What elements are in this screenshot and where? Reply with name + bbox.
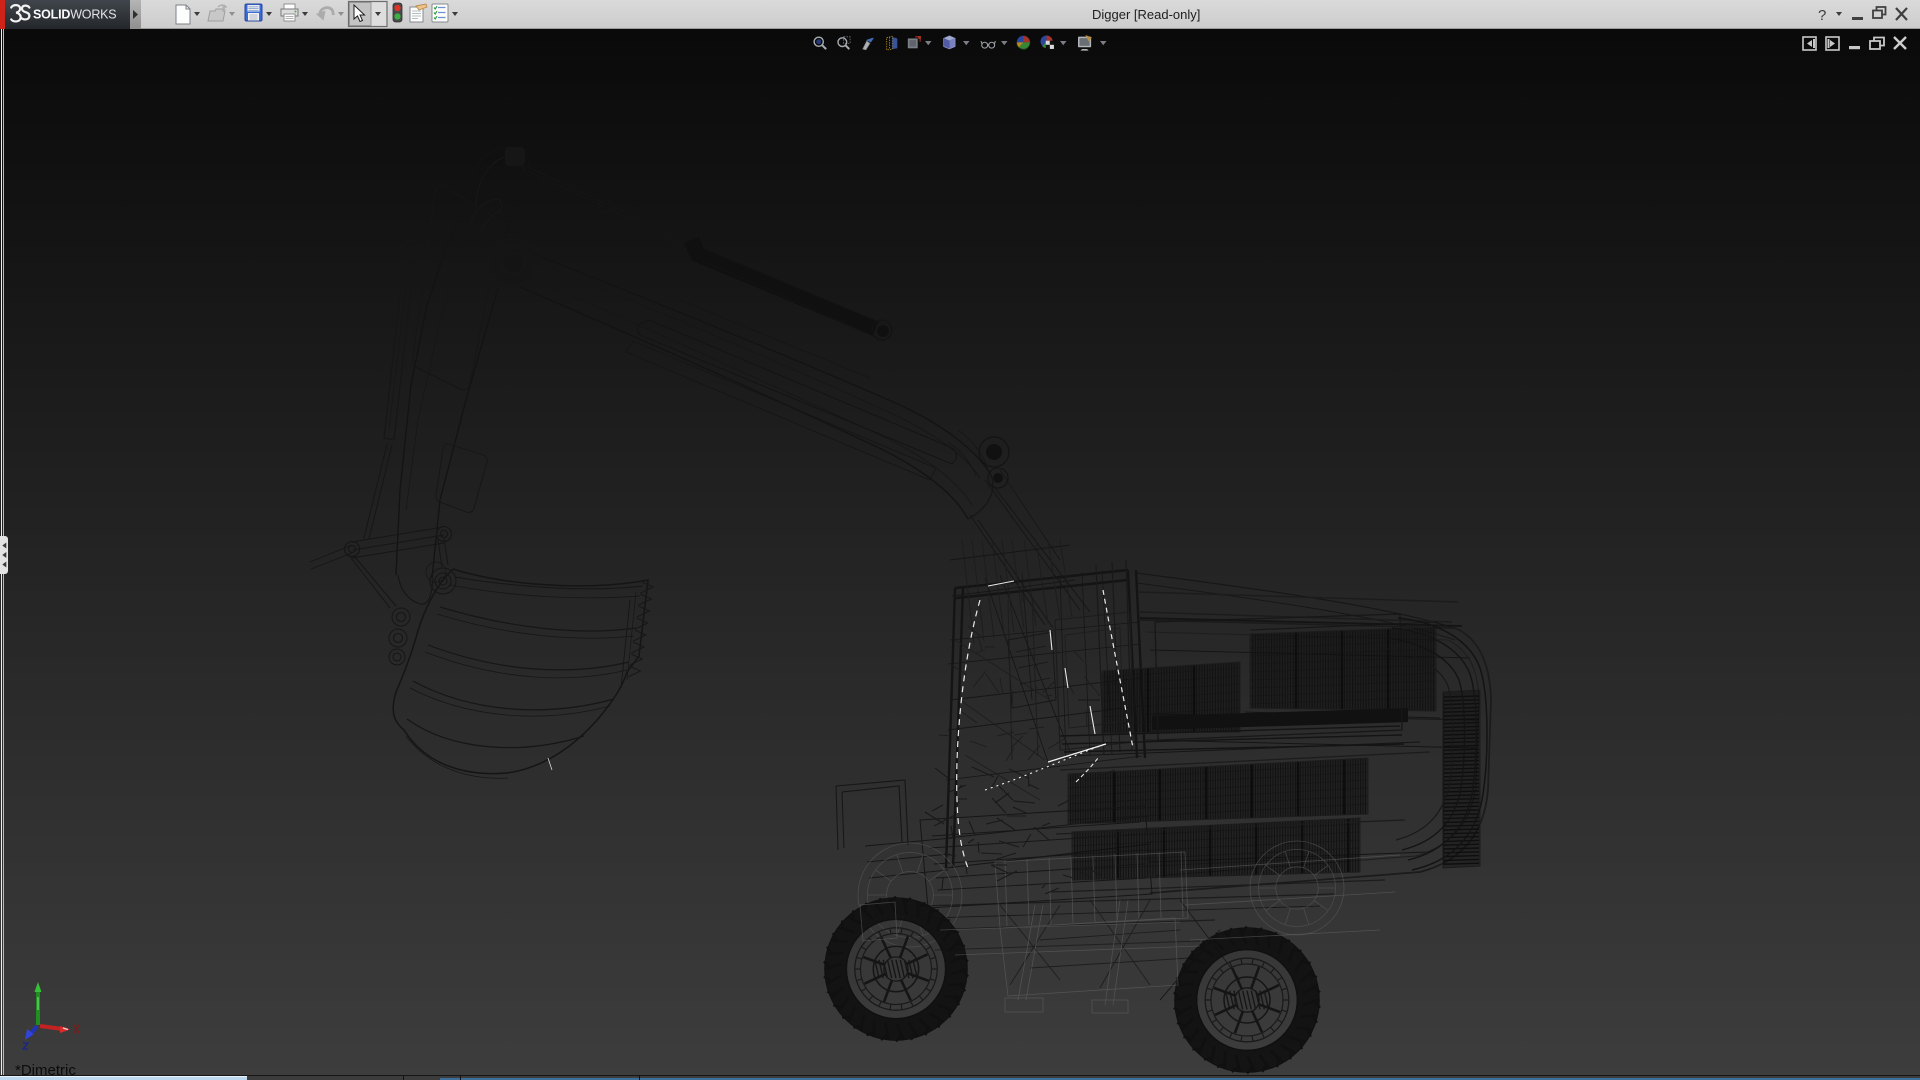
svg-text:?: ? bbox=[1818, 7, 1826, 24]
svg-text:SOLIDWORKS: SOLIDWORKS bbox=[33, 8, 116, 22]
